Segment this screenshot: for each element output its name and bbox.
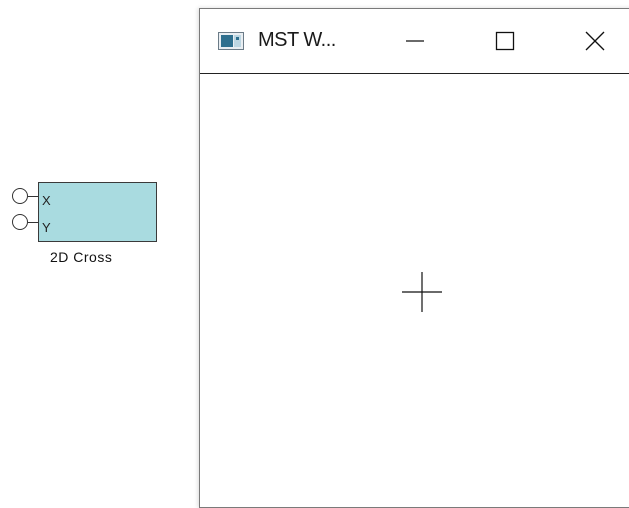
window-title: MST W... [258, 29, 336, 51]
input-port-x[interactable] [12, 188, 28, 204]
minimize-button[interactable] [390, 21, 440, 61]
mst-window[interactable]: MST W... [199, 8, 629, 508]
crosshair-icon [402, 272, 442, 312]
window-canvas[interactable] [200, 74, 629, 507]
maximize-button[interactable] [480, 21, 530, 61]
window-titlebar[interactable]: MST W... [200, 9, 629, 74]
block-name-label: 2D Cross [50, 249, 113, 265]
maximize-icon [495, 31, 515, 51]
close-icon [585, 31, 605, 51]
port-connector-y [28, 222, 38, 223]
app-window-icon [218, 32, 244, 50]
minimize-icon [406, 40, 424, 42]
input-port-y[interactable] [12, 214, 28, 230]
input-label-x: X [42, 193, 51, 208]
input-label-y: Y [42, 220, 51, 235]
close-button[interactable] [570, 21, 620, 61]
port-connector-x [28, 196, 38, 197]
block-2d-cross[interactable]: X Y 2D Cross [10, 182, 170, 272]
block-body[interactable] [38, 182, 157, 242]
